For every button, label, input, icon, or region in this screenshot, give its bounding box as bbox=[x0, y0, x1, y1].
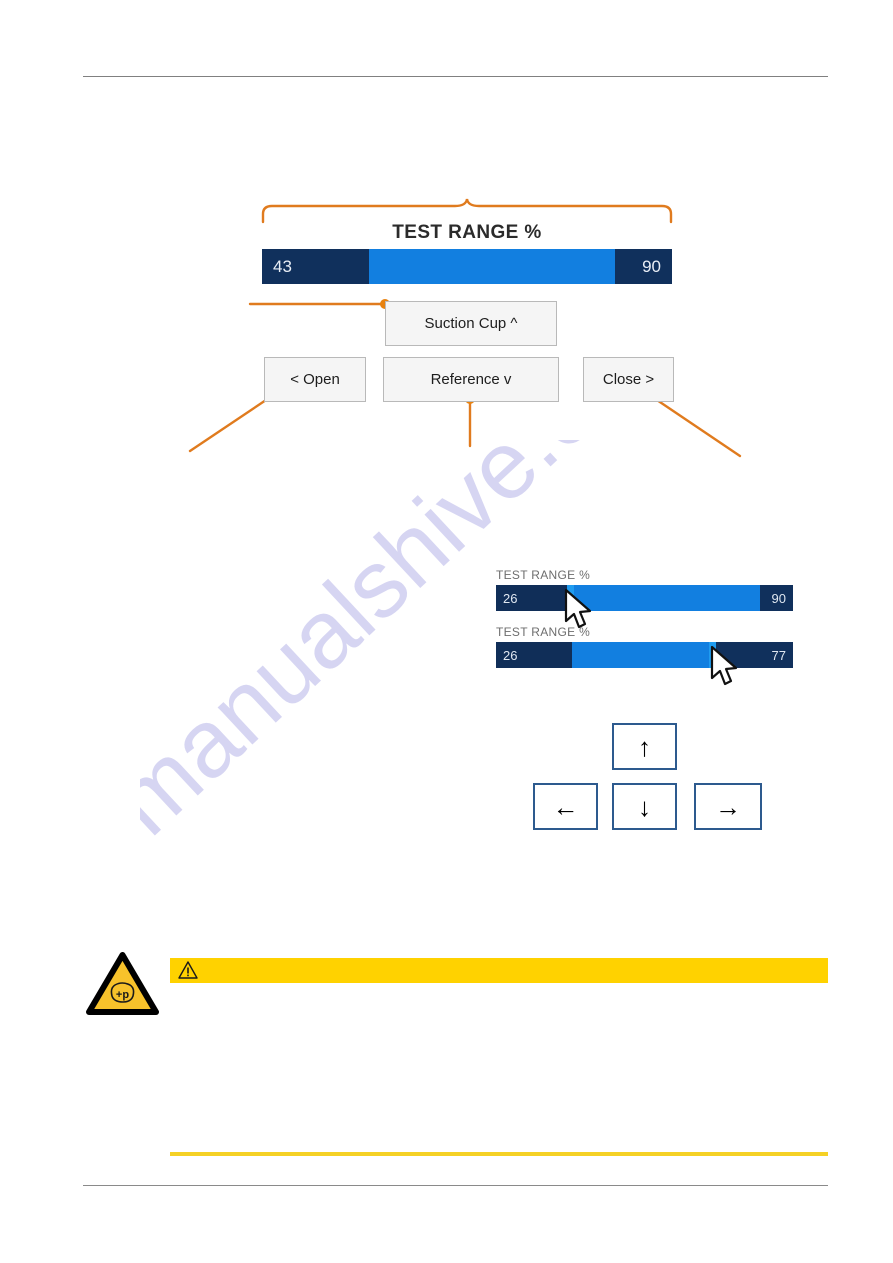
main-slider-max-value[interactable]: 90 bbox=[614, 249, 672, 284]
pressure-hazard-icon: +p bbox=[86, 952, 159, 1016]
mini-slider-2[interactable]: TEST RANGE % 26 77 bbox=[496, 625, 793, 668]
arrow-down-button[interactable]: ↓ bbox=[612, 783, 677, 830]
document-page: manualshive.com TEST RANGE % 43 90 Sucti… bbox=[0, 0, 893, 1263]
warning-banner bbox=[170, 958, 828, 983]
mini-slider-1-max-value[interactable]: 90 bbox=[760, 585, 793, 611]
arrow-right-button[interactable]: → bbox=[694, 783, 762, 830]
mini-slider-group: TEST RANGE % 26 90 TEST RANGE % 26 77 bbox=[496, 560, 793, 705]
mini-slider-2-max-value[interactable]: 77 bbox=[715, 642, 793, 668]
suction-cup-button[interactable]: Suction Cup ^ bbox=[385, 301, 557, 346]
arrow-up-button[interactable]: ↑ bbox=[612, 723, 677, 770]
close-button[interactable]: Close > bbox=[583, 357, 674, 402]
open-button[interactable]: < Open bbox=[264, 357, 366, 402]
mini-slider-2-track[interactable] bbox=[571, 642, 709, 668]
main-range-slider[interactable]: 43 90 bbox=[262, 249, 672, 284]
mini-slider-1-min-value[interactable]: 26 bbox=[496, 585, 568, 611]
footer-rule bbox=[83, 1185, 828, 1186]
main-slider-caption: TEST RANGE % bbox=[392, 222, 542, 243]
mini-slider-2-min-value[interactable]: 26 bbox=[496, 642, 572, 668]
mini-slider-2-label: TEST RANGE % bbox=[496, 625, 591, 639]
warning-triangle-icon bbox=[178, 960, 198, 980]
mini-slider-1-label: TEST RANGE % bbox=[496, 568, 591, 582]
warning-bottom-rule bbox=[170, 1152, 828, 1156]
mini-slider-1-track[interactable] bbox=[574, 585, 761, 611]
mini-slider-1[interactable]: TEST RANGE % 26 90 bbox=[496, 568, 793, 611]
header-rule bbox=[83, 76, 828, 77]
main-slider-min-value[interactable]: 43 bbox=[262, 249, 369, 284]
reference-button[interactable]: Reference v bbox=[383, 357, 559, 402]
svg-text:+p: +p bbox=[116, 989, 129, 1001]
arrow-left-button[interactable]: ← bbox=[533, 783, 598, 830]
mini-slider-2-handle[interactable] bbox=[708, 642, 716, 668]
main-slider-track[interactable] bbox=[368, 249, 615, 284]
mini-slider-1-handle[interactable] bbox=[567, 585, 575, 611]
